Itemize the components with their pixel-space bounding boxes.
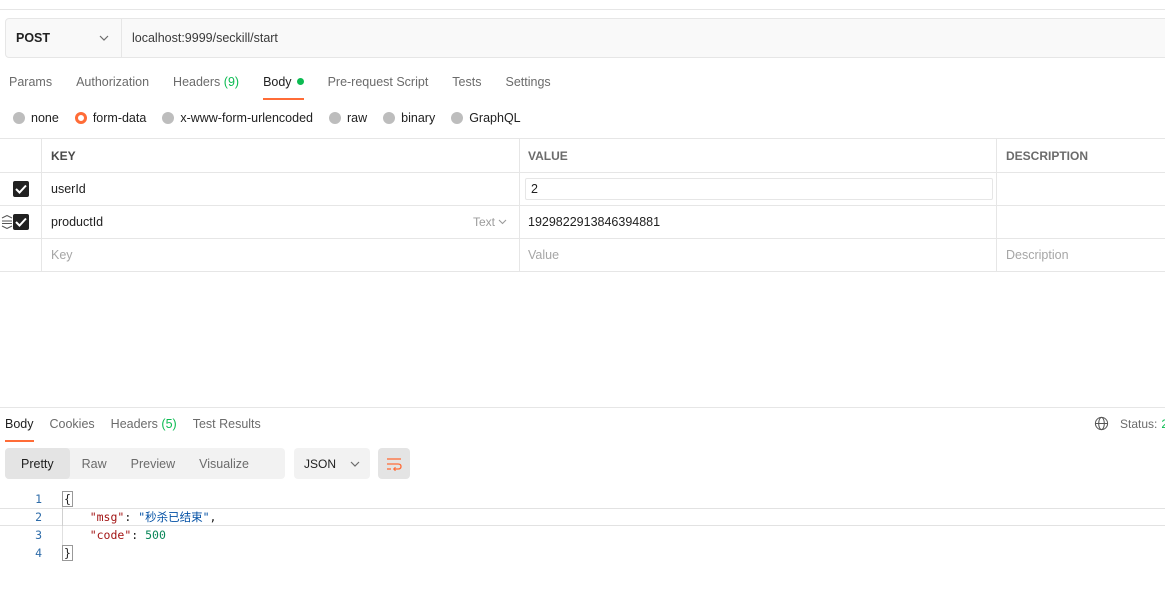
response-tab-cookies[interactable]: Cookies: [50, 412, 95, 442]
table-row-empty: Key Value Description: [0, 239, 1165, 272]
response-code-viewer[interactable]: 1 { 2 "msg": "秒杀已结束", 3 "code": 500 4 }: [0, 490, 1165, 562]
key-cell[interactable]: productId Text: [42, 206, 520, 238]
row-enabled-checkbox[interactable]: [12, 214, 29, 230]
response-divider: [0, 407, 1165, 408]
description-cell[interactable]: [997, 206, 1165, 238]
view-visualize-button[interactable]: Visualize: [187, 448, 261, 479]
json-value-msg: "秒杀已结束": [138, 510, 210, 524]
response-tab-headers[interactable]: Headers (5): [111, 412, 177, 442]
status-code: 2: [1161, 416, 1165, 431]
tab-authorization[interactable]: Authorization: [76, 70, 149, 100]
code-line: 2 "msg": "秒杀已结束",: [0, 508, 1165, 526]
top-divider: [0, 9, 1165, 10]
request-tabs: Params Authorization Headers (9) Body Pr…: [9, 70, 575, 100]
line-number: 2: [35, 510, 42, 524]
chevron-down-icon: [350, 461, 360, 467]
view-raw-button[interactable]: Raw: [70, 448, 119, 479]
json-key-code: "code": [89, 528, 132, 542]
description-cell[interactable]: [997, 173, 1165, 205]
table-row: productId Text 1929822913846394881: [0, 206, 1165, 239]
value-cell[interactable]: 2: [520, 173, 997, 205]
format-select[interactable]: JSON: [294, 448, 370, 479]
value-cell[interactable]: 1929822913846394881: [520, 206, 997, 238]
drag-handle-icon[interactable]: [1, 215, 13, 229]
line-number: 1: [35, 492, 42, 506]
body-type-none[interactable]: none: [13, 111, 59, 125]
code-line: 3 "code": 500: [0, 526, 1165, 544]
header-description: DESCRIPTION: [1006, 148, 1089, 163]
chevron-down-icon: [99, 33, 109, 44]
row-enabled-checkbox[interactable]: [12, 181, 29, 197]
key-type-select[interactable]: Text: [473, 215, 507, 229]
header-key: KEY: [42, 139, 520, 172]
body-active-dot: [296, 78, 304, 85]
body-type-radios: none form-data x-www-form-urlencoded raw…: [13, 108, 537, 128]
response-tab-test-results[interactable]: Test Results: [193, 412, 261, 442]
radio-selected-icon: [74, 112, 87, 124]
response-tabs: Body Cookies Headers (5) Test Results: [5, 412, 277, 442]
radio-icon: [383, 112, 396, 124]
json-value-code: 500: [145, 528, 166, 542]
method-select[interactable]: POST: [6, 19, 122, 57]
code-line: 4 }: [0, 544, 1165, 562]
url-input[interactable]: localhost:9999/seckill/start: [122, 19, 278, 57]
body-type-graphql[interactable]: GraphQL: [451, 111, 521, 125]
body-type-urlencoded[interactable]: x-www-form-urlencoded: [162, 111, 313, 125]
tab-pre-request-script[interactable]: Pre-request Script: [328, 70, 429, 100]
tab-settings[interactable]: Settings: [505, 70, 550, 100]
tab-params[interactable]: Params: [9, 70, 52, 100]
view-preview-button[interactable]: Preview: [119, 448, 187, 479]
key-cell[interactable]: userId: [42, 173, 520, 205]
request-bar: POST localhost:9999/seckill/start: [5, 18, 1165, 58]
value-input[interactable]: 2: [525, 178, 993, 200]
response-tab-body[interactable]: Body: [5, 412, 34, 442]
key-placeholder-cell[interactable]: Key: [42, 239, 520, 271]
response-status: Status: 2: [1094, 416, 1165, 431]
body-type-binary[interactable]: binary: [383, 111, 435, 125]
headers-count: (9): [223, 75, 240, 89]
table-row: userId 2: [0, 173, 1165, 206]
radio-icon: [13, 112, 25, 124]
view-pretty-button[interactable]: Pretty: [5, 448, 70, 479]
response-view-modes: Pretty Raw Preview Visualize: [5, 448, 285, 479]
status-label: Status:: [1120, 416, 1158, 431]
radio-icon: [329, 112, 341, 124]
tab-body[interactable]: Body: [263, 70, 304, 100]
header-value: VALUE: [520, 139, 997, 172]
check-icon: [14, 184, 27, 194]
tab-headers[interactable]: Headers (9): [173, 70, 239, 100]
code-line: 1 {: [0, 490, 1165, 508]
body-type-raw[interactable]: raw: [329, 111, 367, 125]
body-type-form-data[interactable]: form-data: [74, 111, 146, 125]
radio-icon: [451, 112, 464, 124]
json-key-msg: "msg": [89, 510, 125, 524]
chevron-down-icon: [498, 219, 507, 225]
form-data-table: KEY VALUE DESCRIPTION userId 2 productId…: [0, 138, 1165, 272]
json-close-brace: }: [62, 545, 73, 561]
radio-icon: [162, 112, 175, 124]
wrap-lines-button[interactable]: [378, 448, 410, 479]
description-placeholder-cell[interactable]: Description: [997, 239, 1165, 271]
method-label: POST: [16, 31, 51, 45]
table-header-row: KEY VALUE DESCRIPTION: [0, 139, 1165, 173]
check-icon: [14, 217, 27, 227]
globe-icon[interactable]: [1094, 416, 1109, 431]
value-placeholder-cell[interactable]: Value: [520, 239, 997, 271]
json-open-brace: {: [62, 491, 73, 507]
format-label: JSON: [304, 456, 337, 471]
line-number: 4: [35, 546, 42, 560]
response-headers-count: (5): [161, 417, 177, 431]
line-number: 3: [35, 528, 42, 542]
tab-tests[interactable]: Tests: [452, 70, 481, 100]
wrap-lines-icon: [387, 457, 402, 471]
